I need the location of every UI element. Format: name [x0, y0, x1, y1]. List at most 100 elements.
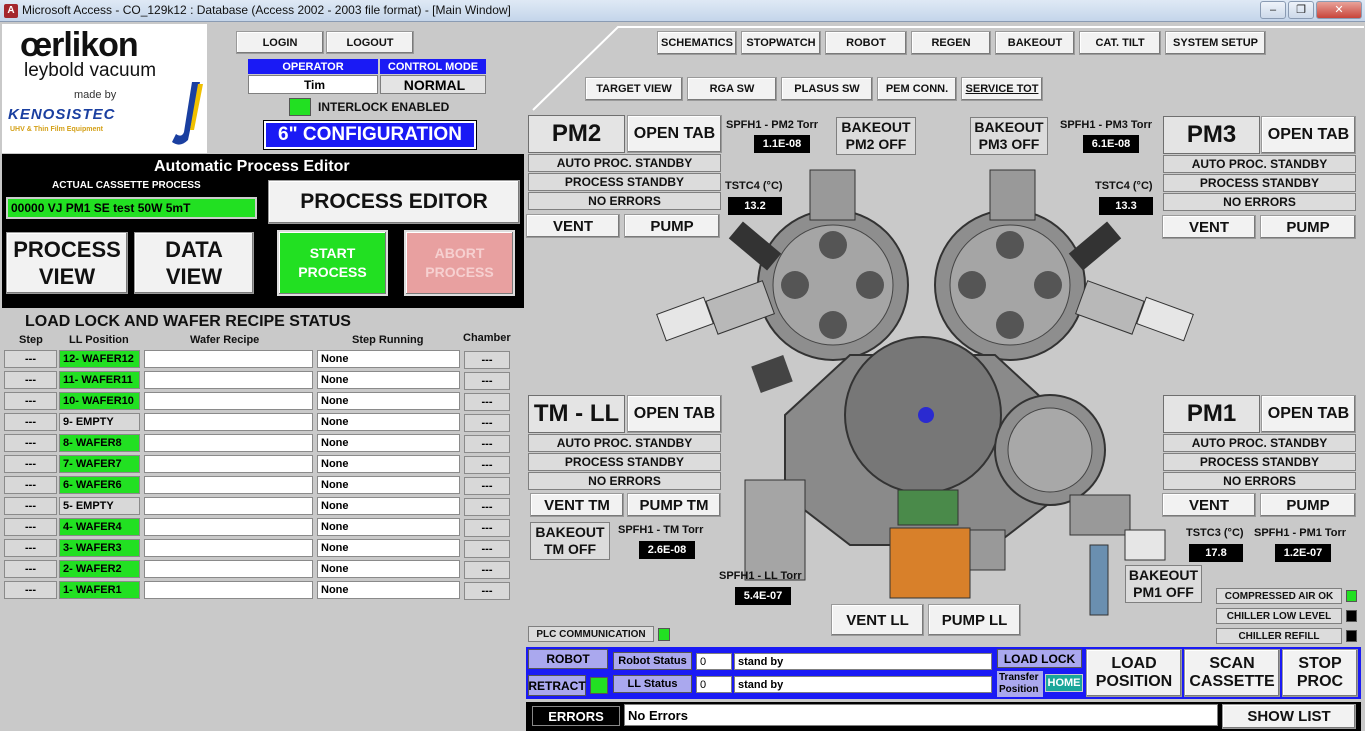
- row-wafer-recipe[interactable]: [144, 581, 313, 599]
- nav-target-view[interactable]: TARGET VIEW: [585, 77, 683, 101]
- row-step-running: None: [317, 497, 460, 515]
- row-chamber: ---: [464, 372, 510, 390]
- pm2-status-auto: AUTO PROC. STANDBY: [528, 154, 721, 172]
- row-wafer-recipe[interactable]: [144, 455, 313, 473]
- nav-plasus-sw[interactable]: PLASUS SW: [781, 77, 873, 101]
- data-view-button[interactable]: DATA VIEW: [134, 232, 254, 294]
- show-list-button[interactable]: SHOW LIST: [1222, 704, 1356, 729]
- nav-bakeout[interactable]: BAKEOUT: [995, 31, 1075, 55]
- operator-label: OPERATOR: [248, 59, 378, 74]
- nav-pem-conn[interactable]: PEM CONN.: [877, 77, 957, 101]
- row-wafer-recipe[interactable]: [144, 350, 313, 368]
- errors-value: No Errors: [624, 704, 1218, 726]
- row-step: ---: [4, 350, 57, 368]
- row-ll-position: 8- WAFER8: [59, 434, 140, 452]
- row-wafer-recipe[interactable]: [144, 392, 313, 410]
- pm2-title: PM2: [528, 115, 625, 153]
- col-header-step-running: Step Running: [352, 334, 424, 346]
- chiller-refill-indicator: [1346, 630, 1357, 642]
- operator-field[interactable]: Tim: [248, 75, 378, 94]
- nav-regen[interactable]: REGEN: [911, 31, 991, 55]
- row-wafer-recipe[interactable]: [144, 518, 313, 536]
- pm1-open-tab-button[interactable]: OPEN TAB: [1261, 395, 1356, 433]
- pump-tm-button[interactable]: PUMP TM: [627, 493, 721, 517]
- loadlock-table-title: LOAD LOCK AND WAFER RECIPE STATUS: [25, 313, 351, 330]
- process-editor-button[interactable]: PROCESS EDITOR: [268, 180, 520, 224]
- logout-button[interactable]: LOGOUT: [326, 31, 414, 54]
- row-wafer-recipe[interactable]: [144, 497, 313, 515]
- compressed-air-indicator: [1346, 590, 1357, 602]
- close-icon[interactable]: ✕: [1316, 1, 1362, 19]
- col-header-step: Step: [19, 334, 43, 346]
- nav-cat-tilt[interactable]: CAT. TILT: [1079, 31, 1161, 55]
- row-step: ---: [4, 476, 57, 494]
- row-step: ---: [4, 560, 57, 578]
- row-wafer-recipe[interactable]: [144, 539, 313, 557]
- nav-schematics[interactable]: SCHEMATICS: [657, 31, 737, 55]
- row-ll-position: 12- WAFER12: [59, 350, 140, 368]
- pm3-vent-button[interactable]: VENT: [1162, 215, 1256, 239]
- window-title-bar: A Microsoft Access - CO_129k12 : Databas…: [0, 0, 1365, 22]
- row-wafer-recipe[interactable]: [144, 560, 313, 578]
- pm2-pump-button[interactable]: PUMP: [624, 214, 720, 238]
- nav-service-tot[interactable]: SERVICE TOT: [961, 77, 1043, 101]
- pm1-vent-button[interactable]: VENT: [1162, 493, 1256, 517]
- abort-process-button[interactable]: ABORT PROCESS: [404, 230, 515, 296]
- pm1-pump-button[interactable]: PUMP: [1260, 493, 1356, 517]
- nav-rga-sw[interactable]: RGA SW: [687, 77, 777, 101]
- row-step-running: None: [317, 413, 460, 431]
- row-ll-position: 4- WAFER4: [59, 518, 140, 536]
- tm-spfh-label: SPFH1 - TM Torr: [618, 524, 704, 536]
- row-wafer-recipe[interactable]: [144, 476, 313, 494]
- nav-stopwatch[interactable]: STOPWATCH: [741, 31, 821, 55]
- chiller-low-indicator: [1346, 610, 1357, 622]
- nav-system-setup[interactable]: SYSTEM SETUP: [1165, 31, 1266, 55]
- row-wafer-recipe[interactable]: [144, 434, 313, 452]
- abort-process-line1: ABORT: [434, 245, 485, 261]
- load-lock-label: LOAD LOCK: [997, 649, 1082, 668]
- login-button[interactable]: LOGIN: [236, 31, 324, 54]
- actual-cassette-label: ACTUAL CASSETTE PROCESS: [52, 180, 201, 191]
- retract-button[interactable]: RETRACT: [528, 675, 586, 696]
- start-process-button[interactable]: START PROCESS: [277, 230, 388, 296]
- row-chamber: ---: [464, 540, 510, 558]
- load-position-button[interactable]: LOAD POSITION: [1086, 649, 1182, 697]
- interlock-label: INTERLOCK ENABLED: [318, 100, 450, 114]
- minimize-icon[interactable]: –: [1260, 1, 1286, 19]
- row-wafer-recipe[interactable]: [144, 371, 313, 389]
- pm3-open-tab-button[interactable]: OPEN TAB: [1261, 116, 1356, 154]
- robot-button[interactable]: ROBOT: [528, 649, 608, 669]
- row-step: ---: [4, 455, 57, 473]
- plc-communication-indicator: [658, 628, 670, 641]
- pump-ll-button[interactable]: PUMP LL: [928, 604, 1021, 636]
- pm2-open-tab-button[interactable]: OPEN TAB: [627, 115, 722, 153]
- pm3-pump-button[interactable]: PUMP: [1260, 215, 1356, 239]
- row-step-running: None: [317, 371, 460, 389]
- row-chamber: ---: [464, 456, 510, 474]
- window-title: Microsoft Access - CO_129k12 : Database …: [22, 3, 511, 17]
- pm2-vent-button[interactable]: VENT: [526, 214, 620, 238]
- row-step: ---: [4, 539, 57, 557]
- row-wafer-recipe[interactable]: [144, 413, 313, 431]
- nav-robot[interactable]: ROBOT: [825, 31, 907, 55]
- row-step-running: None: [317, 455, 460, 473]
- pm3-chamber-graphic: [934, 169, 1194, 361]
- col-header-ll-position: LL Position: [69, 334, 129, 346]
- row-step-running: None: [317, 581, 460, 599]
- pm1-bakeout-status: BAKEOUT PM1 OFF: [1125, 565, 1202, 603]
- abort-process-line2: PROCESS: [425, 264, 494, 280]
- row-chamber: ---: [464, 519, 510, 537]
- start-process-line1: START: [309, 245, 356, 261]
- actual-cassette-process-field: 00000 VJ PM1 SE test 50W 5mT: [6, 197, 257, 219]
- row-chamber: ---: [464, 351, 510, 369]
- scan-cassette-button[interactable]: SCAN CASSETTE: [1184, 649, 1280, 697]
- restore-icon[interactable]: ❐: [1288, 1, 1314, 19]
- stop-proc-button[interactable]: STOP PROC: [1282, 649, 1358, 697]
- process-view-button[interactable]: PROCESS VIEW: [6, 232, 128, 294]
- vent-ll-button[interactable]: VENT LL: [831, 604, 924, 636]
- tmll-open-tab-button[interactable]: OPEN TAB: [627, 395, 722, 433]
- vent-tm-button[interactable]: VENT TM: [530, 493, 624, 517]
- row-step: ---: [4, 371, 57, 389]
- row-chamber: ---: [464, 435, 510, 453]
- load-position-line2: POSITION: [1095, 673, 1173, 690]
